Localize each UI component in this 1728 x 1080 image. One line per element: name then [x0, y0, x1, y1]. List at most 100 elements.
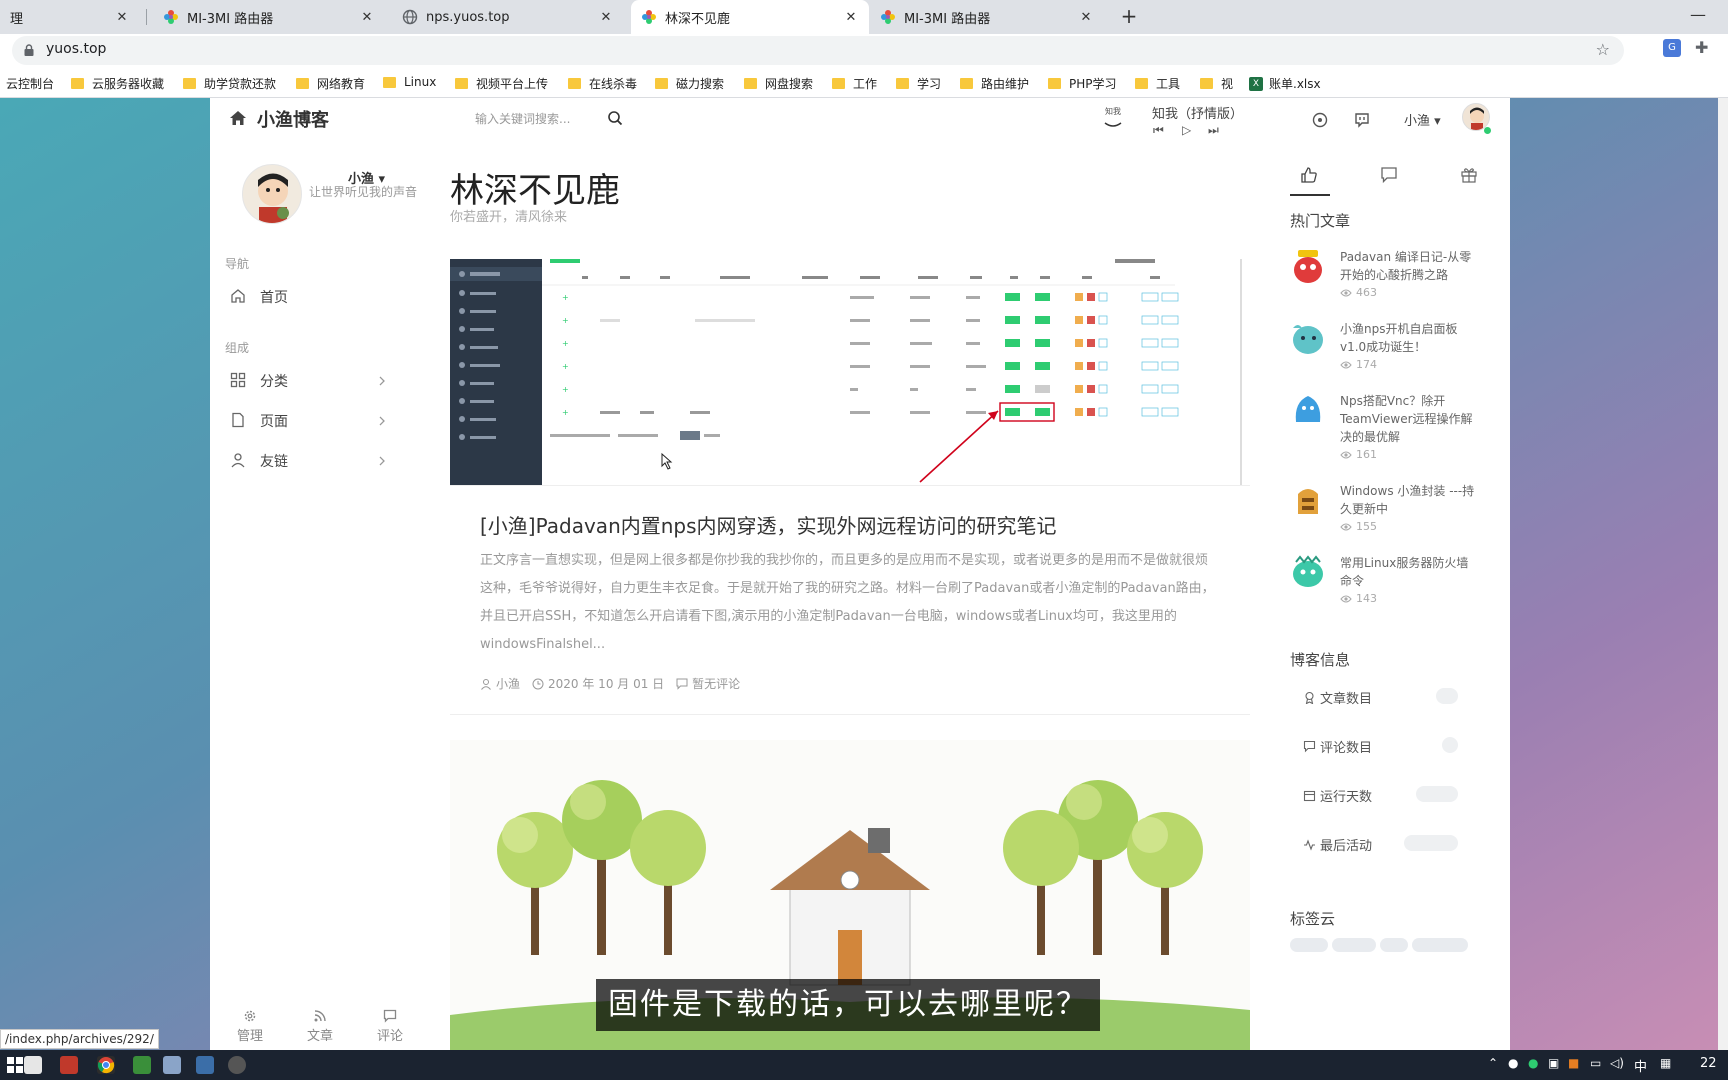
bookmark-folder[interactable]: 在线杀毒 — [568, 75, 637, 92]
play-icon[interactable]: ▷ — [1182, 123, 1191, 137]
post-title-link[interactable]: [小渔]Padavan内置nps内网穿透，实现外网远程访问的研究笔记 — [480, 510, 1057, 539]
browser-tab[interactable]: MI-3MI 路由器 ✕ — [870, 0, 1104, 34]
post-cover-image[interactable]: + + + + + + — [450, 259, 1250, 486]
comments-button[interactable]: 评论 — [370, 1009, 410, 1044]
bookmark-folder[interactable]: 路由维护 — [960, 75, 1029, 92]
vertical-scrollbar[interactable] — [1718, 98, 1728, 1050]
hot-post-title[interactable]: Nps搭配Vnc？除开TeamViewer远程操作解决的最优解 — [1340, 392, 1480, 446]
new-tab-button[interactable]: + — [1117, 5, 1141, 29]
tag-chip[interactable] — [1290, 938, 1328, 952]
app-icon[interactable] — [60, 1056, 78, 1074]
nav-item-categories[interactable]: 分类 — [230, 369, 390, 393]
bookmark-folder[interactable]: 学习 — [896, 75, 941, 92]
bookmark-folder[interactable]: Linux — [383, 75, 436, 89]
chevron-right-icon — [378, 454, 386, 468]
hot-post-title[interactable]: 小渔nps开机自启面板v1.0成功诞生！ — [1340, 320, 1480, 356]
bookmark-folder[interactable]: 视频平台上传 — [455, 75, 548, 92]
minimize-button[interactable]: — — [1668, 0, 1728, 34]
close-icon[interactable]: ✕ — [114, 10, 130, 25]
hot-post-title[interactable]: 常用Linux服务器防火墙命令 — [1340, 554, 1480, 590]
nav-item-home[interactable]: 首页 — [230, 285, 390, 309]
bookmark-label: 磁力搜索 — [676, 77, 725, 91]
translate-extension-icon[interactable]: G — [1663, 39, 1681, 57]
post-comments[interactable]: 暂无评论 — [692, 675, 740, 692]
nav-item-pages[interactable]: 页面 — [230, 409, 390, 433]
folder-icon — [832, 78, 845, 89]
comment-tab-icon[interactable] — [1380, 160, 1420, 196]
bookmark-folder[interactable]: 云服务器收藏 — [71, 75, 164, 92]
blog-logo-title[interactable]: 小渔博客 — [257, 106, 329, 132]
close-icon[interactable]: ✕ — [598, 10, 614, 25]
message-board-icon[interactable] — [1354, 112, 1370, 128]
bookmark-star-icon[interactable]: ☆ — [1596, 40, 1610, 59]
bookmark-folder[interactable]: 网络教育 — [296, 75, 365, 92]
hot-post-title[interactable]: Windows 小渔封装 ---持久更新中 — [1340, 482, 1480, 518]
caret-down-icon: ▾ — [1434, 114, 1441, 129]
bookmark-folder[interactable]: 工作 — [832, 75, 877, 92]
tray-mic-icon[interactable]: ● — [1508, 1056, 1518, 1070]
gift-tab-icon[interactable] — [1460, 160, 1500, 196]
home-icon[interactable] — [229, 110, 247, 126]
target-icon[interactable] — [1312, 112, 1328, 128]
app-icon[interactable] — [163, 1056, 181, 1074]
tray-app-icon[interactable]: ■ — [1568, 1056, 1579, 1070]
svg-text:+: + — [562, 293, 569, 302]
tray-up-icon[interactable]: ⌃ — [1488, 1056, 1498, 1070]
store-icon[interactable] — [24, 1056, 42, 1074]
browser-tab[interactable]: 理 ✕ — [0, 0, 140, 34]
user-dropdown[interactable]: 小渔 ▾ — [1404, 110, 1441, 129]
browser-tab-active[interactable]: 林深不见鹿 ✕ — [631, 0, 869, 34]
hot-post-title[interactable]: Padavan 编译日记-从零开始的心酸折腾之路 — [1340, 248, 1480, 284]
remote-desktop-icon[interactable] — [196, 1056, 214, 1074]
browser-tab[interactable]: nps.yuos.top ✕ — [392, 0, 624, 34]
app-icon[interactable] — [133, 1056, 151, 1074]
previous-track-icon[interactable]: ⏮ — [1153, 123, 1164, 138]
bookmark-folder[interactable]: 磁力搜索 — [655, 75, 724, 92]
bookmark-folder[interactable]: 工具 — [1135, 75, 1180, 92]
ime-indicator[interactable]: 中 — [1634, 1056, 1647, 1075]
extensions-puzzle-icon[interactable]: ✚ — [1695, 38, 1708, 57]
admin-button[interactable]: 管理 — [230, 1009, 270, 1044]
volume-icon[interactable]: ◁) — [1610, 1056, 1624, 1070]
address-bar[interactable]: yuos.top ☆ — [12, 36, 1624, 65]
profile-avatar[interactable] — [242, 164, 302, 224]
clock[interactable]: 22 — [1700, 1056, 1717, 1071]
search-input[interactable]: 输入关键词搜索... — [475, 110, 570, 127]
next-track-icon[interactable]: ⏭ — [1208, 123, 1219, 138]
screenshot-table: + + + + + + — [542, 259, 1242, 485]
start-icon[interactable] — [6, 1056, 24, 1074]
close-icon[interactable]: ✕ — [359, 10, 375, 25]
keyboard-icon[interactable]: ▦ — [1660, 1056, 1671, 1070]
tag-chip[interactable] — [1380, 938, 1408, 952]
post-author[interactable]: 小渔 — [496, 675, 520, 692]
url-text[interactable]: yuos.top — [46, 41, 106, 57]
lock-icon[interactable] — [24, 44, 34, 56]
tray-app-icon[interactable]: ▣ — [1548, 1056, 1559, 1070]
wechat-icon[interactable]: ● — [1528, 1056, 1538, 1070]
bookmark-folder[interactable]: 视 — [1200, 75, 1233, 92]
close-icon[interactable]: ✕ — [843, 10, 859, 25]
nav-item-links[interactable]: 友链 — [230, 449, 390, 473]
music-cover-art[interactable]: 知我 — [1100, 106, 1126, 136]
bookmark-folder[interactable]: 网盘搜索 — [744, 75, 813, 92]
bookmark-item[interactable]: X 账单.xlsx — [1249, 75, 1321, 92]
hot-posts-heading: 热门文章 — [1290, 212, 1351, 230]
like-tab-icon[interactable] — [1300, 160, 1340, 196]
grid-icon — [230, 372, 248, 390]
post-thumbnail — [1293, 555, 1323, 587]
folder-icon — [1200, 78, 1213, 89]
articles-button[interactable]: 文章 — [300, 1009, 340, 1044]
tag-cloud — [1290, 938, 1468, 952]
network-icon[interactable]: ▭ — [1590, 1056, 1601, 1070]
tag-chip[interactable] — [1332, 938, 1376, 952]
tag-chip[interactable] — [1412, 938, 1468, 952]
search-icon[interactable] — [607, 110, 623, 126]
bookmark-folder[interactable]: PHP学习 — [1048, 75, 1117, 92]
app-icon[interactable] — [228, 1056, 246, 1074]
bookmark-folder[interactable]: 助学贷款还款 — [183, 75, 276, 92]
chrome-icon[interactable] — [97, 1056, 115, 1074]
browser-tab[interactable]: MI-3MI 路由器 ✕ — [153, 0, 385, 34]
rss-icon — [313, 1009, 327, 1023]
close-icon[interactable]: ✕ — [1078, 10, 1094, 25]
bookmark-item[interactable]: 云控制台 — [6, 75, 54, 92]
